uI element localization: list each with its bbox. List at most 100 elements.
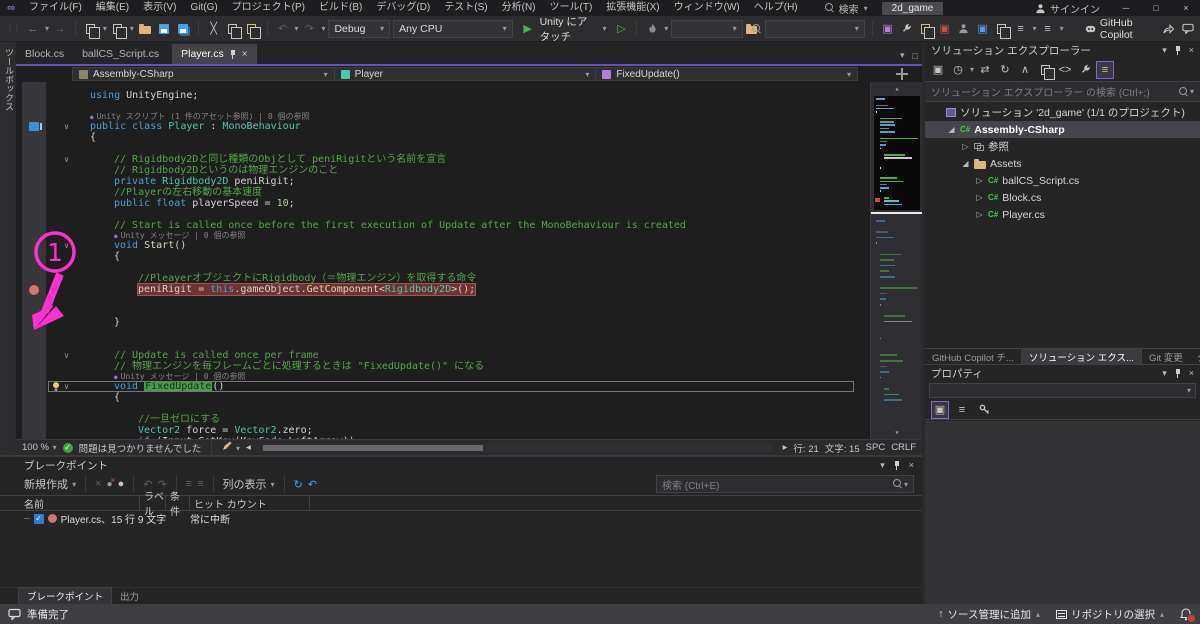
breakpoints-title-bar[interactable]: ブレークポイント ▾ × xyxy=(0,457,922,473)
glyph-margin-cell[interactable] xyxy=(22,285,46,295)
breakpoint-row[interactable]: – ✓ Player.cs、15 行 9 文字 常に中断 xyxy=(0,511,922,526)
properties-object-select[interactable]: ▾ xyxy=(929,383,1196,398)
chevron-down-icon[interactable]: ▾ xyxy=(45,24,49,33)
menu-analyze[interactable]: 分析(N) xyxy=(495,2,543,13)
chevron-down-icon[interactable]: ▾ xyxy=(103,24,107,33)
pending-changes-filter-icon[interactable]: ◷ xyxy=(949,61,967,79)
bottom-tab-ブレークポイント[interactable]: ブレークポイント xyxy=(18,587,112,604)
switch-views-icon[interactable]: ▣ xyxy=(929,61,947,79)
split-editor-handle[interactable] xyxy=(896,68,908,80)
undo-icon[interactable]: ↶ xyxy=(143,478,152,491)
pin-icon[interactable] xyxy=(1174,368,1182,379)
scroll-up-icon[interactable]: ▴ xyxy=(871,84,922,93)
menu-project[interactable]: プロジェクト(P) xyxy=(225,2,312,13)
close-button[interactable]: × xyxy=(1172,0,1200,16)
toggle-all-breakpoints-icon[interactable]: ● xyxy=(118,478,125,490)
preview-selected-items-icon[interactable]: ≡ xyxy=(1096,61,1114,79)
empty-combobox[interactable]: ▾ xyxy=(765,20,865,38)
panel-tab-0[interactable]: GitHub Copilot チ... xyxy=(925,349,1021,364)
share-icon[interactable] xyxy=(1161,20,1177,38)
minimap-viewport[interactable] xyxy=(874,96,920,210)
fold-chevron-icon[interactable]: ∨ xyxy=(64,381,69,392)
platform-select[interactable]: Any CPU▾ xyxy=(393,20,512,38)
key-icon[interactable] xyxy=(975,401,993,419)
solution-name-badge[interactable]: 2d_game xyxy=(882,2,944,15)
redo-icon[interactable]: ↷ xyxy=(157,478,166,491)
layers-icon[interactable] xyxy=(918,20,934,38)
hscroll-right-icon[interactable]: ▸ xyxy=(783,442,788,453)
import-list-icon[interactable]: ≡ xyxy=(186,478,192,490)
chevron-down-icon[interactable]: ▾ xyxy=(664,24,668,33)
window-menu-icon[interactable]: ▾ xyxy=(1162,368,1167,379)
glyph-margin-cell[interactable] xyxy=(22,122,46,131)
format-list-icon[interactable]: ≡ xyxy=(1040,20,1056,38)
wrench-icon[interactable] xyxy=(899,20,915,38)
save-all-icon[interactable] xyxy=(175,20,191,38)
minimize-button[interactable]: ─ xyxy=(1112,0,1140,16)
copy-docs-icon[interactable] xyxy=(994,20,1010,38)
breakpoints-search-input[interactable]: 検索 (Ctrl+E) ▾ xyxy=(656,475,914,493)
sign-in-button[interactable]: サインイン xyxy=(1025,1,1110,16)
panel-tab-2[interactable]: Git 変更 xyxy=(1142,349,1190,364)
alphabetical-icon[interactable]: ≡ xyxy=(953,401,971,419)
expander-closed-icon[interactable]: ▷ xyxy=(975,210,984,219)
wrench-icon[interactable] xyxy=(1076,61,1094,79)
navbar-type-dropdown[interactable]: Player ▾ xyxy=(335,68,597,80)
zoom-select[interactable]: 100 % ▾ xyxy=(22,442,57,453)
chevron-down-icon[interactable]: ▾ xyxy=(1190,87,1194,96)
column-header-2[interactable]: 条件 xyxy=(166,496,190,510)
expander-closed-icon[interactable]: ▷ xyxy=(961,142,970,151)
toolbar-grip[interactable]: ⋮⋮ xyxy=(6,24,20,33)
column-header-0[interactable]: 名前 xyxy=(0,496,140,510)
window-menu-icon[interactable]: ▾ xyxy=(880,460,885,471)
export-breakpoints-icon[interactable]: ↻ xyxy=(294,478,303,491)
chevron-down-icon[interactable]: ▾ xyxy=(904,480,908,489)
line-indicator[interactable]: 行: 21 xyxy=(793,441,818,455)
export-list-icon[interactable]: ≡ xyxy=(197,478,203,490)
window-menu-icon[interactable]: ▾ xyxy=(1162,45,1167,56)
task-status-icon[interactable] xyxy=(8,608,21,620)
column-indicator[interactable]: 文字: 15 xyxy=(825,441,860,455)
navigate-forward-icon[interactable]: → xyxy=(52,20,68,38)
code-editor[interactable]: using UnityEngine;●Unity スクリプト (1 件のアセット… xyxy=(16,82,922,439)
paste-icon[interactable] xyxy=(244,20,260,38)
tree-item-Player.cs[interactable]: ▷C#Player.cs xyxy=(925,206,1200,223)
properties-title-bar[interactable]: プロパティ ▾ × xyxy=(925,365,1200,381)
menu-build[interactable]: ビルド(B) xyxy=(312,2,369,13)
pin-icon[interactable] xyxy=(229,49,237,60)
lightbulb-icon[interactable] xyxy=(51,381,61,392)
horizontal-scrollbar[interactable] xyxy=(261,444,773,452)
toolbox-icon[interactable]: ▣ xyxy=(937,20,953,38)
solution-explorer-search-input[interactable]: ソリューション エクスプローラー の検索 (Ctrl+;) ▾ xyxy=(925,82,1200,102)
import-breakpoints-icon[interactable]: ↶ xyxy=(308,478,317,491)
codelens-label[interactable]: Unity メッセージ | 0 個の参照 xyxy=(121,372,246,381)
attach-to-unity-button[interactable]: ▶ Unity にアタッチ ▾ xyxy=(516,14,611,44)
close-icon[interactable]: × xyxy=(1189,368,1194,378)
chevron-down-icon[interactable]: ▾ xyxy=(130,24,134,33)
tree-item-参照[interactable]: ▷参照 xyxy=(925,138,1200,155)
bottom-tab-出力[interactable]: 出力 xyxy=(112,588,147,604)
tab-ballCS_Script.cs[interactable]: ballCS_Script.cs xyxy=(73,44,168,64)
navigate-back-icon[interactable]: ← xyxy=(25,20,41,38)
notifications-bell-button[interactable] xyxy=(1180,608,1192,621)
tree-item-ソリューション '2d_game' (1/1 のプロジェクト)[interactable]: ソリューション '2d_game' (1/1 のプロジェクト) xyxy=(925,104,1200,121)
start-without-debugging-icon[interactable]: ▷ xyxy=(613,20,629,38)
tree-item-Assets[interactable]: ◢Assets xyxy=(925,155,1200,172)
codelens-label[interactable]: Unity スクリプト (1 件のアセット参照) | 0 個の参照 xyxy=(97,112,310,121)
panel-tab-3[interactable]: クラス ビュー xyxy=(1190,349,1200,364)
menu-tools[interactable]: ツール(T) xyxy=(543,2,600,13)
hscroll-left-icon[interactable]: ◂ xyxy=(246,442,251,453)
fold-chevron-icon[interactable]: ∨ xyxy=(64,240,69,251)
chevron-down-icon[interactable]: ▾ xyxy=(294,24,298,33)
delete-all-breakpoints-icon[interactable]: ● xyxy=(107,479,113,490)
github-copilot-button[interactable]: GitHub Copilot xyxy=(1081,17,1158,41)
menu-git[interactable]: Git(G) xyxy=(183,2,224,13)
chevron-down-icon[interactable]: ▾ xyxy=(1033,24,1037,33)
chevron-down-icon[interactable]: ▾ xyxy=(970,65,974,74)
menu-debug[interactable]: デバッグ(D) xyxy=(369,2,437,13)
column-header-1[interactable]: ラベル xyxy=(140,496,166,510)
show-all-files-icon[interactable]: <> xyxy=(1056,61,1074,79)
expander-open-icon[interactable]: ◢ xyxy=(947,125,956,134)
chevron-down-icon[interactable]: ▾ xyxy=(321,24,325,33)
column-header-3[interactable]: ヒット カウント xyxy=(190,496,310,510)
